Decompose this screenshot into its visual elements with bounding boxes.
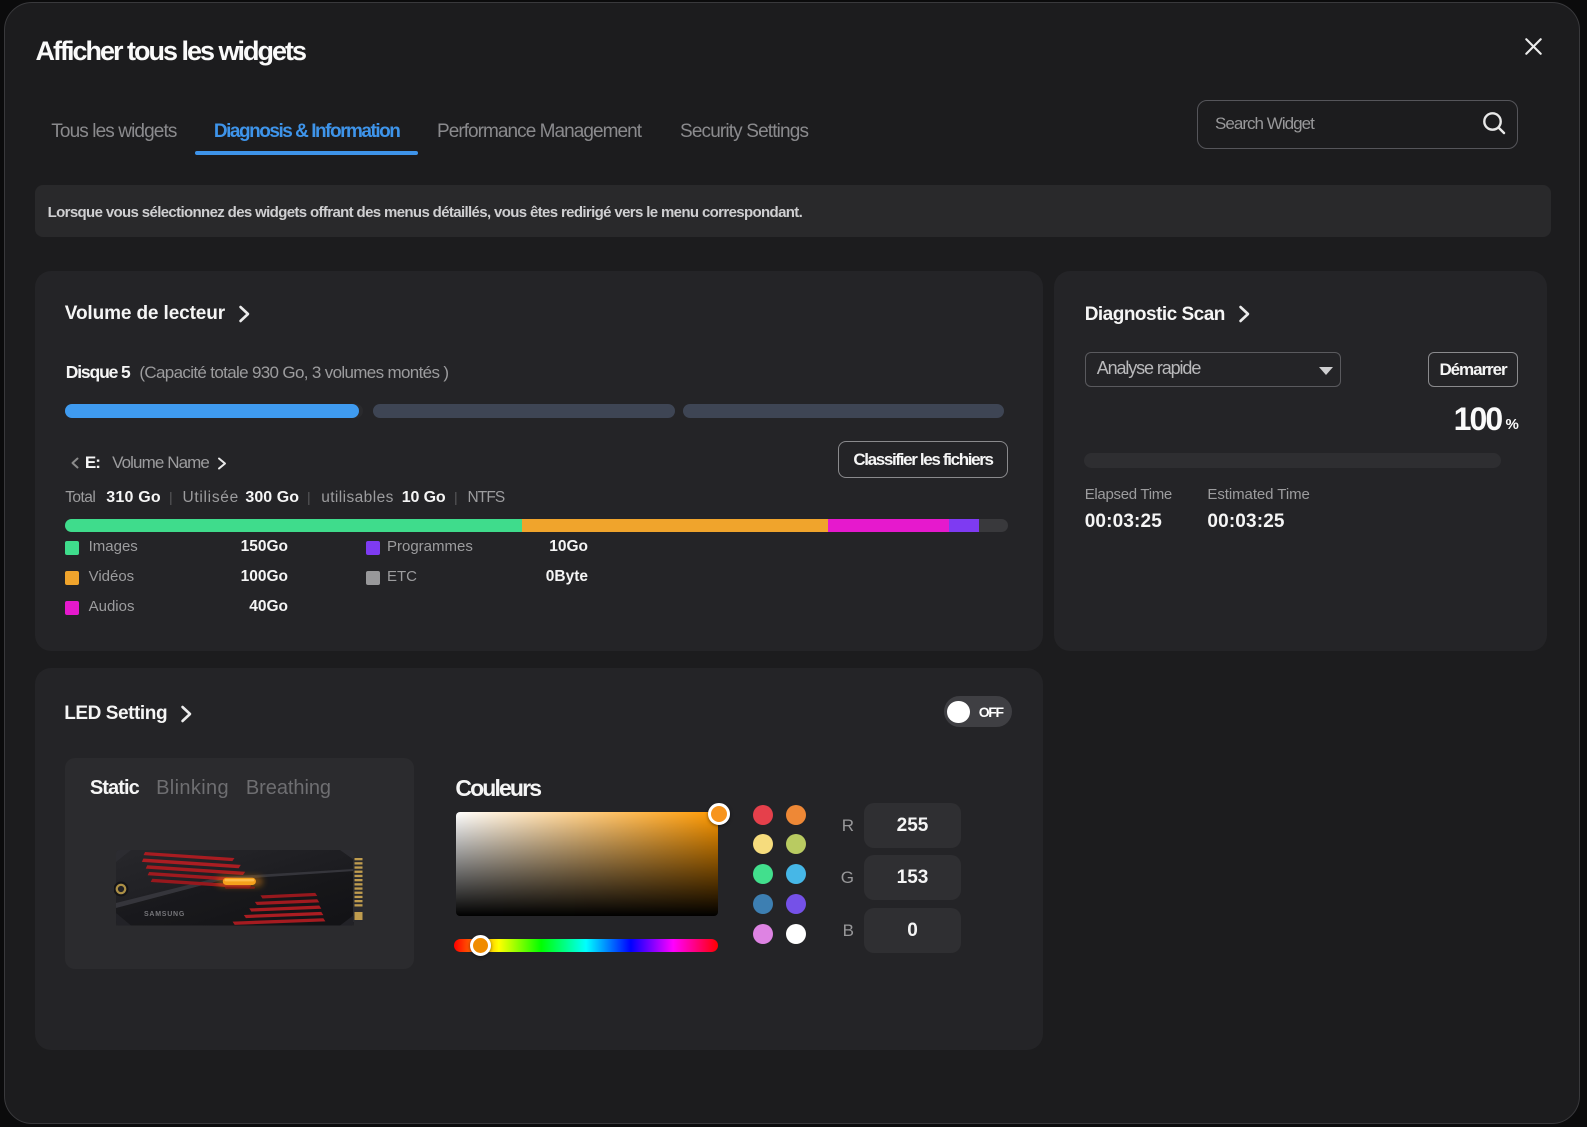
svg-text:SAMSUNG: SAMSUNG bbox=[144, 911, 185, 918]
